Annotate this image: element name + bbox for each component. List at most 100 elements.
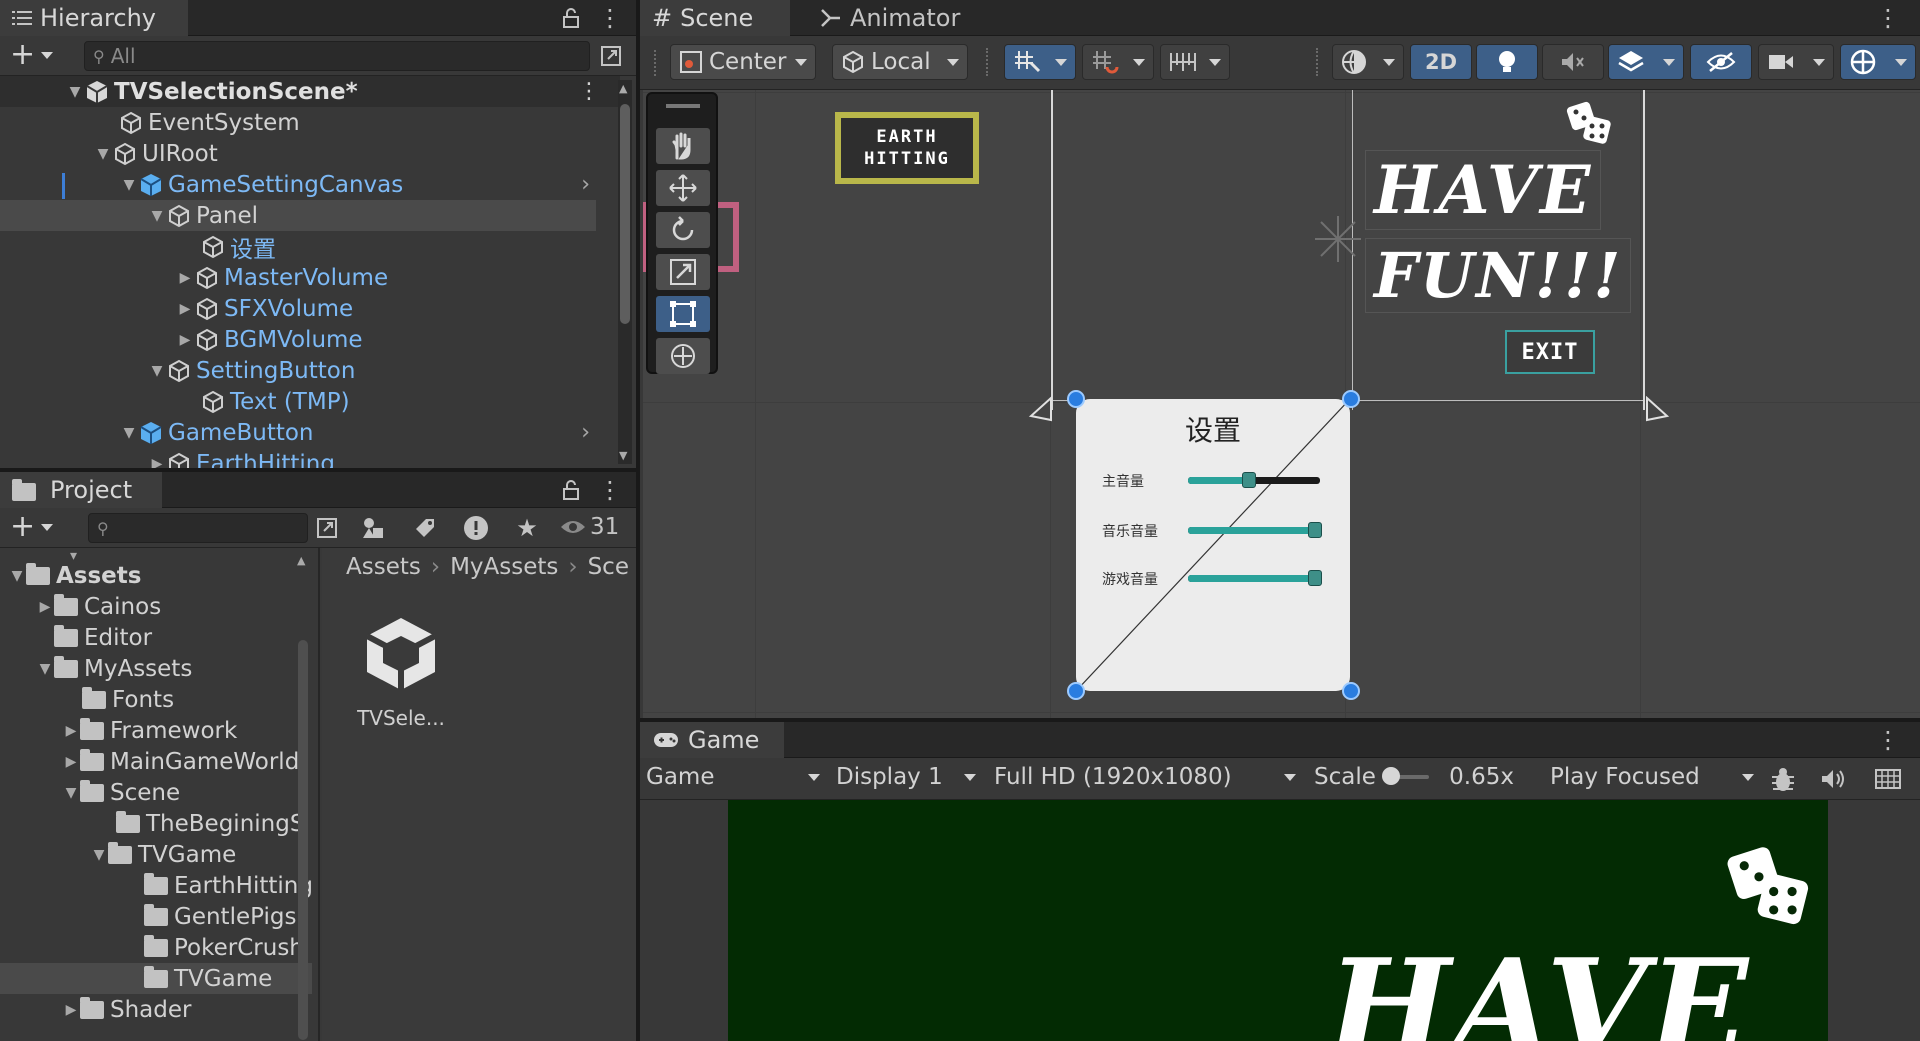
bug-icon[interactable] <box>1770 767 1796 793</box>
tree-item-earthhitting[interactable]: ▶ EarthHitting <box>0 448 596 468</box>
expand-arrow-icon[interactable]: ▶ <box>176 270 194 286</box>
lock-icon[interactable] <box>562 480 580 500</box>
rotate-tool-button[interactable] <box>656 212 710 248</box>
scroll-up-arrow[interactable]: ▲ <box>619 82 627 95</box>
tree-item-eventsystem[interactable]: EventSystem <box>0 107 596 138</box>
hierarchy-scrollbar[interactable]: ▲ ▼ <box>618 80 632 464</box>
folder-pokercrush[interactable]: PokerCrush <box>144 932 304 963</box>
selection-handle-tr[interactable] <box>1342 390 1360 408</box>
game-view-render[interactable]: HAVE <box>728 800 1828 1041</box>
expand-arrow-icon[interactable]: ▶ <box>62 754 80 770</box>
expand-arrow-icon[interactable]: ▶ <box>36 599 54 615</box>
scale-slider[interactable] <box>1381 767 1430 785</box>
folder-tvgame-selected[interactable]: TVGame <box>0 963 312 994</box>
rect-tool-button[interactable] <box>656 296 710 332</box>
grid-snap-toggle[interactable] <box>1004 44 1076 80</box>
expand-arrow-icon[interactable]: ▼ <box>148 208 166 224</box>
audio-toggle[interactable] <box>1542 44 1604 80</box>
folder-tvgame-parent[interactable]: ▼ TVGame <box>90 839 236 870</box>
transform-tool-button[interactable] <box>656 338 710 374</box>
warning-filter-icon[interactable] <box>461 513 491 543</box>
tree-item-gamesettingcanvas[interactable]: ▼ GameSettingCanvas › <box>0 169 596 200</box>
tree-item-gamebutton[interactable]: ▼ GameButton › <box>0 417 596 448</box>
ruler-snap-toggle[interactable] <box>1160 44 1230 80</box>
expand-arrow-icon[interactable]: ▼ <box>36 661 54 677</box>
increment-snap-toggle[interactable] <box>1082 44 1154 80</box>
scene-visibility-toggle[interactable] <box>1690 44 1752 80</box>
tree-item-bgmvolume[interactable]: ▶ BGMVolume <box>0 324 596 355</box>
label-tag-icon[interactable] <box>410 513 440 543</box>
folder-cainos[interactable]: ▶ Cainos <box>36 591 161 622</box>
selection-handle-tl[interactable] <box>1067 390 1085 408</box>
folder-gentlepigs[interactable]: GentlePigs <box>144 901 296 932</box>
expand-arrow-icon[interactable]: ▶ <box>62 723 80 739</box>
folder-shader[interactable]: ▶ Shader <box>62 994 191 1025</box>
tree-item-panel[interactable]: ▼ Panel <box>0 200 596 231</box>
scene-viewport[interactable]: EARTH HITTING HAVE FUN!!! EXIT 设置 主音量 音乐音… <box>643 90 1920 718</box>
create-dropdown[interactable]: + <box>10 512 54 542</box>
volume-slider-track[interactable] <box>1188 472 1320 488</box>
tree-item-mastervolume[interactable]: ▶ MasterVolume <box>0 262 596 293</box>
folder-earthhitting[interactable]: EarthHitting <box>144 870 313 901</box>
game-tab[interactable]: Game <box>640 722 784 758</box>
search-by-type-icon[interactable] <box>358 513 388 543</box>
animator-tab[interactable]: Animator <box>808 0 968 36</box>
lighting-toggle[interactable] <box>1476 44 1538 80</box>
tree-item-text-tmp[interactable]: Text (TMP) <box>0 386 596 417</box>
expand-arrow-icon[interactable]: ▶ <box>148 456 166 469</box>
expand-arrow-icon[interactable]: ▼ <box>66 84 84 100</box>
camera-dropdown[interactable] <box>1758 44 1834 80</box>
hierarchy-search-input[interactable]: ⚲ All <box>84 41 590 71</box>
move-tool-button[interactable] <box>656 170 710 206</box>
folder-maingameworld[interactable]: ▶ MainGameWorld <box>62 746 299 777</box>
open-window-icon[interactable] <box>312 513 342 543</box>
hand-tool-button[interactable] <box>656 128 710 164</box>
breadcrumb-item[interactable]: MyAssets <box>450 554 558 580</box>
expand-arrow-icon[interactable]: ▼ <box>8 568 26 584</box>
settings-panel[interactable]: 设置 主音量 音乐音量 游戏音量 <box>1076 399 1350 691</box>
stats-grid-icon[interactable] <box>1874 768 1902 790</box>
gizmos-dropdown[interactable] <box>1840 44 1916 80</box>
hidden-packages-toggle[interactable]: 31 <box>560 514 619 540</box>
folder-tree-scrollbar[interactable]: ▲ <box>296 548 310 1041</box>
project-tab[interactable]: Project <box>0 472 162 508</box>
expand-arrow-icon[interactable]: ▼ <box>62 785 80 801</box>
speaker-icon[interactable] <box>1820 768 1846 790</box>
folder-fonts[interactable]: Fonts <box>82 684 174 715</box>
volume-slider-track[interactable] <box>1188 570 1322 586</box>
tree-item-scene[interactable]: ▼ TVSelectionScene* ⋮ <box>0 76 620 107</box>
tree-item-settingbutton[interactable]: ▼ SettingButton <box>0 355 596 386</box>
chevron-right-icon[interactable]: › <box>581 172 590 197</box>
scroll-thumb[interactable] <box>298 640 308 1040</box>
space-local-dropdown[interactable]: Local <box>832 44 968 80</box>
breadcrumb-item[interactable]: Assets <box>346 554 421 580</box>
expand-arrow-icon[interactable]: ▶ <box>176 332 194 348</box>
effects-dropdown[interactable] <box>1608 44 1684 80</box>
tree-item-uiroot[interactable]: ▼ UIRoot <box>0 138 596 169</box>
scene-tab[interactable]: # Scene <box>640 0 790 36</box>
game-mode-dropdown[interactable]: Game <box>646 764 820 790</box>
asset-scene-file[interactable]: TVSele... <box>346 614 456 730</box>
more-options-icon[interactable]: ⋮ <box>1876 726 1900 754</box>
scroll-down-arrow[interactable]: ▼ <box>619 449 627 462</box>
expand-arrow-icon[interactable]: ▼ <box>148 363 166 379</box>
expand-arrow-icon[interactable]: ▼ <box>90 847 108 863</box>
selection-handle-bl[interactable] <box>1067 682 1085 700</box>
overlay-drag-handle[interactable] <box>666 104 700 108</box>
folder-assets[interactable]: ▼ Assets <box>8 560 141 591</box>
expand-arrow-icon[interactable]: ▼ <box>94 146 112 162</box>
more-options-icon[interactable]: ⋮ <box>598 4 622 32</box>
scroll-thumb[interactable] <box>620 104 630 324</box>
pivot-center-dropdown[interactable]: Center <box>670 44 816 80</box>
resolution-dropdown[interactable]: Full HD (1920x1080) <box>994 764 1296 790</box>
volume-slider-track[interactable] <box>1188 522 1322 538</box>
exit-button[interactable]: EXIT <box>1505 330 1595 374</box>
folder-framework[interactable]: ▶ Framework <box>62 715 237 746</box>
lock-icon[interactable] <box>562 8 580 28</box>
folder-editor[interactable]: Editor <box>54 622 152 653</box>
scroll-up-arrow[interactable]: ▲ <box>297 554 305 567</box>
favorite-star-icon[interactable]: ★ <box>512 513 542 543</box>
earth-hitting-button[interactable]: EARTH HITTING <box>835 112 979 184</box>
tree-item-sfxvolume[interactable]: ▶ SFXVolume <box>0 293 596 324</box>
create-dropdown[interactable]: + <box>10 40 54 70</box>
